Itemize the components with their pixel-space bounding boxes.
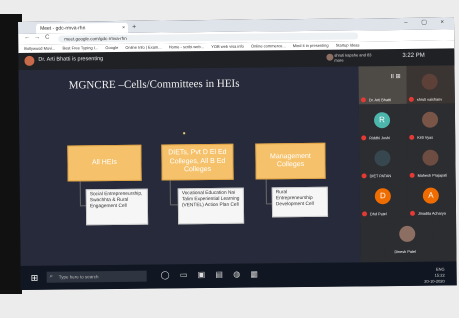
- participant-avatar: [421, 73, 438, 90]
- sub-box-rural-entrepreneurship: Rural Entrepreneurship Development Cell: [271, 186, 329, 218]
- close-tab-icon[interactable]: ×: [122, 23, 125, 33]
- mic-off-icon: [361, 173, 367, 179]
- mic-off-icon: [408, 96, 414, 102]
- windows-start-icon[interactable]: ⊞: [31, 273, 39, 284]
- tray-date: 20-10-2020: [424, 278, 445, 284]
- search-placeholder: Type here to search: [58, 274, 99, 280]
- participant-tile[interactable]: shruti vaishanv: [406, 65, 455, 104]
- bookmark-item[interactable]: Google: [105, 44, 118, 52]
- participants-summary[interactable]: shruti kapshe and 83 more: [334, 52, 374, 62]
- participant-tile[interactable]: Mahesh Prajapati: [407, 141, 456, 180]
- forward-icon[interactable]: →: [34, 35, 40, 41]
- taskbar-app-icons[interactable]: ◯ ▭ ▣ ▤ ◍ ▦: [161, 269, 262, 279]
- box-management-colleges: Management Colleges: [255, 142, 326, 180]
- connector-line: [169, 180, 171, 205]
- presenting-status: Dr. Arti Bhatti is presenting: [38, 56, 104, 63]
- participant-avatar: [399, 225, 416, 243]
- tab-title: Meet - gdc-rmva-rhn: [40, 25, 86, 32]
- taskbar-search[interactable]: ⌕ Type here to search: [46, 270, 147, 283]
- participant-avatar: R: [373, 112, 391, 129]
- participant-avatar: A: [422, 187, 439, 204]
- connector-line: [79, 181, 81, 206]
- sub-box-social-entrepreneurship: Social Entrepreneurship, Swachhta & Rura…: [85, 188, 149, 226]
- participant-name: DIET PATAN: [369, 174, 392, 179]
- participant-avatar: [326, 53, 334, 61]
- participant-tile[interactable]: D Dhd Patel: [359, 179, 409, 219]
- pointer-marker: [183, 132, 186, 135]
- participant-tile[interactable]: R Riddhi Joshi: [358, 103, 408, 143]
- meeting-clock: 3:22 PM: [402, 52, 425, 59]
- box-diets-colleges: DIETs, Pvt D El Ed Colleges, All B Ed Co…: [161, 143, 234, 181]
- new-tab-button[interactable]: +: [132, 23, 136, 33]
- mic-off-icon: [360, 97, 366, 103]
- participant-name: Kirti Vyas: [417, 135, 434, 140]
- connector-line: [169, 204, 178, 206]
- participant-tile[interactable]: Kirti Vyas: [406, 103, 456, 142]
- participant-avatar: D: [374, 188, 391, 205]
- participant-name: Mahesh Prajapati: [417, 173, 448, 178]
- sub-box-ventel: Vocational Education Nai Talim Experient…: [177, 187, 245, 225]
- participant-avatar: [422, 149, 439, 166]
- monitor-screen: Meet - gdc-rmva-rhn × + – ▢ × ← → C meet…: [18, 17, 457, 290]
- mic-off-icon: [409, 172, 415, 178]
- back-icon[interactable]: ←: [24, 35, 30, 41]
- mic-off-icon: [409, 134, 415, 140]
- system-tray: ENG 15:22 20-10-2020: [424, 267, 445, 285]
- participant-name: Dinesh Patel: [394, 249, 416, 255]
- meeting-controls[interactable]: II ⊞: [391, 73, 401, 80]
- participant-avatar: [421, 111, 439, 128]
- mic-off-icon: [361, 135, 367, 141]
- reload-icon[interactable]: C: [45, 35, 49, 41]
- participant-name: Dhd Patel: [370, 212, 387, 217]
- participant-tile[interactable]: A Jinadita Acharya: [407, 179, 457, 218]
- participant-name: Riddhi Joshi: [369, 136, 390, 141]
- search-icon: ⌕: [49, 273, 54, 280]
- participant-name: shruti vaishanv: [416, 97, 443, 102]
- participant-tile[interactable]: Dinesh Patel: [384, 217, 433, 257]
- participants-panel: Dr. Arti Bhatti shruti vaishanv R Riddhi…: [358, 65, 457, 263]
- participant-name: Dr. Arti Bhatti: [368, 98, 392, 103]
- mic-off-icon: [409, 210, 416, 216]
- slide-title: MGNCRE –Cells/Committees in HEIs: [68, 77, 240, 92]
- mic-off-icon: [362, 211, 368, 217]
- bookmark-item[interactable]: Startup Ideas: [336, 41, 360, 49]
- presenter-avatar: [24, 55, 35, 66]
- participant-avatar: [374, 150, 391, 167]
- connector-line: [265, 179, 267, 204]
- presentation-slide: MGNCRE –Cells/Committees in HEIs All HEI…: [18, 66, 361, 266]
- windows-taskbar: ⊞ ⌕ Type here to search ◯ ▭ ▣ ▤ ◍ ▦ ENG …: [20, 261, 457, 290]
- participant-tile[interactable]: Dr. Arti Bhatti: [358, 65, 407, 105]
- participant-tile[interactable]: DIET PATAN: [359, 141, 408, 181]
- window-controls[interactable]: – ▢ ×: [404, 18, 450, 25]
- participant-name: Jinadita Acharya: [418, 211, 446, 216]
- box-all-heis: All HEIs: [67, 144, 142, 182]
